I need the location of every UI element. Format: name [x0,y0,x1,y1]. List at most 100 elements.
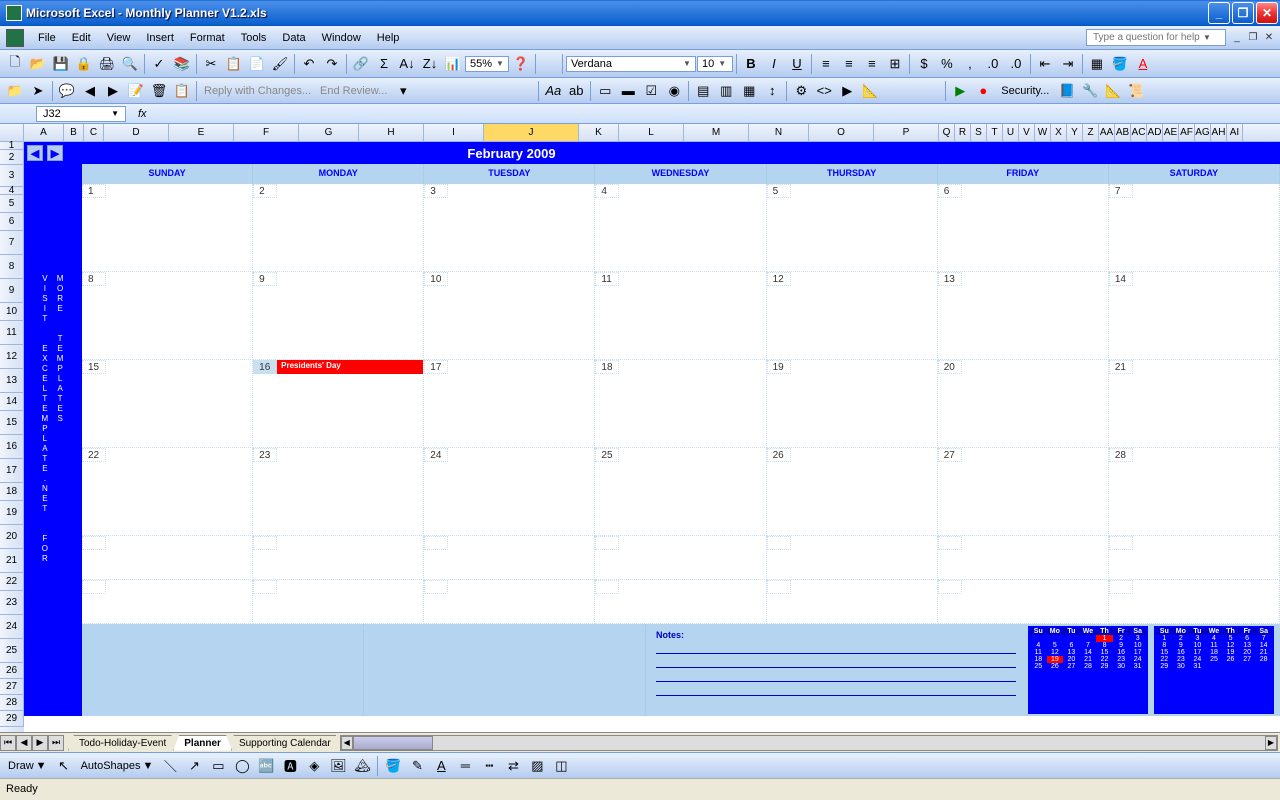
row-header-28[interactable]: 28 [0,695,24,711]
sort-desc-button[interactable]: Z↓ [419,53,441,75]
menu-edit[interactable]: Edit [64,29,99,47]
permission-button[interactable]: 🔒 [73,53,95,75]
calendar-day[interactable]: 3 [424,184,595,272]
col-header-AB[interactable]: AB [1115,124,1131,141]
align-right-button[interactable]: ≡ [861,53,883,75]
arrow-draw-button[interactable]: ↗ [183,755,205,777]
research-button[interactable]: 📚 [171,53,193,75]
listbox-button[interactable]: ▤ [692,80,714,102]
col-header-AF[interactable]: AF [1179,124,1195,141]
increase-indent-button[interactable]: ⇥ [1057,53,1079,75]
notes-line[interactable] [656,682,1016,696]
row-header-11[interactable]: 11 [0,321,24,345]
dash-style-button[interactable]: ┅ [478,755,500,777]
col-header-J[interactable]: J [484,124,579,141]
show-comments-button[interactable]: 💬 [56,80,78,102]
menu-window[interactable]: Window [314,29,369,47]
line-color-button[interactable]: ✎ [406,755,428,777]
textbox-button[interactable]: Aa [542,80,564,102]
textbox-draw-button[interactable]: 🔤 [255,755,277,777]
hyperlink-button[interactable]: 🔗 [350,53,372,75]
menu-help[interactable]: Help [369,29,408,47]
button-button[interactable]: ▬ [617,80,639,102]
print-button[interactable]: 🖨 [96,53,118,75]
open-button[interactable]: 📂 [27,53,49,75]
save-button[interactable]: 💾 [50,53,72,75]
calendar-day[interactable] [253,580,424,624]
percent-button[interactable]: % [936,53,958,75]
col-header-AA[interactable]: AA [1099,124,1115,141]
row-header-2[interactable]: 2 [0,150,24,165]
calendar-day[interactable]: 9 [253,272,424,360]
col-header-M[interactable]: M [684,124,749,141]
row-header-8[interactable]: 8 [0,255,24,279]
menu-format[interactable]: Format [182,29,233,47]
calendar-day[interactable]: 28 [1109,448,1280,536]
design-mode-button[interactable]: 📐 [1102,80,1124,102]
group-box-button[interactable]: ▭ [594,80,616,102]
col-header-I[interactable]: I [424,124,484,141]
col-header-V[interactable]: V [1019,124,1035,141]
col-header-X[interactable]: X [1051,124,1067,141]
sheet-tab-supporting-calendar[interactable]: Supporting Calendar [228,735,342,751]
calendar-day[interactable]: 11 [595,272,766,360]
decrease-decimal-button[interactable]: .0 [1005,53,1027,75]
calendar-day[interactable]: 24 [424,448,595,536]
row-header-16[interactable]: 16 [0,435,24,459]
row-header-13[interactable]: 13 [0,369,24,393]
draw-menu[interactable]: Draw ▼ [4,760,51,772]
calendar-day[interactable]: 4 [595,184,766,272]
bold-button[interactable]: B [740,53,762,75]
decrease-indent-button[interactable]: ⇤ [1034,53,1056,75]
prev-month-button[interactable]: ◀ [27,145,43,161]
scroll-thumb[interactable] [353,736,433,750]
undo-button[interactable]: ↶ [298,53,320,75]
autosum-button[interactable]: Σ [373,53,395,75]
tab-last-button[interactable]: ⏭ [48,735,64,751]
calendar-day[interactable] [938,580,1109,624]
col-header-O[interactable]: O [809,124,874,141]
col-header-H[interactable]: H [359,124,424,141]
worksheet[interactable]: ◀ ▶ February 2009 VISITEXCELTEMPLATE.NET… [24,142,1280,732]
code-button[interactable]: <> [813,80,835,102]
chart-wizard-button[interactable]: 📊 [442,53,464,75]
col-header-T[interactable]: T [987,124,1003,141]
tab-first-button[interactable]: ⏮ [0,735,16,751]
calendar-day[interactable]: 21 [1109,360,1280,448]
new-comment-button[interactable]: 📝 [125,80,147,102]
notes-line[interactable] [656,654,1016,668]
calendar-day[interactable]: 20 [938,360,1109,448]
tab-next-button[interactable]: ▶ [32,735,48,751]
oval-button[interactable]: ◯ [231,755,253,777]
row-header-29[interactable]: 29 [0,711,24,727]
run-macro-button[interactable]: ▶ [949,80,971,102]
scroll-right-button[interactable]: ▶ [1265,736,1277,750]
row-header-24[interactable]: 24 [0,615,24,639]
row-header-14[interactable]: 14 [0,393,24,411]
calendar-day[interactable]: 2 [253,184,424,272]
calendar-day[interactable]: 13 [938,272,1109,360]
col-header-AG[interactable]: AG [1195,124,1211,141]
calendar-day[interactable]: 14 [1109,272,1280,360]
currency-button[interactable]: $ [913,53,935,75]
select-all-corner[interactable] [0,124,24,141]
col-header-W[interactable]: W [1035,124,1051,141]
row-header-3[interactable]: 3 [0,165,24,187]
sheet-tab-planner[interactable]: Planner [173,735,232,751]
calendar-day[interactable] [1109,580,1280,624]
fill-color-draw-button[interactable]: 🪣 [382,755,404,777]
redo-button[interactable]: ↷ [321,53,343,75]
menu-insert[interactable]: Insert [138,29,182,47]
col-header-AD[interactable]: AD [1147,124,1163,141]
row-header-21[interactable]: 21 [0,549,24,573]
calendar-day[interactable]: 18 [595,360,766,448]
row-header-20[interactable]: 20 [0,525,24,549]
col-header-D[interactable]: D [104,124,169,141]
script-editor-button[interactable]: 📜 [1125,80,1147,102]
italic-button[interactable]: I [763,53,785,75]
print-preview-button[interactable]: 🔍 [119,53,141,75]
wordart-button[interactable]: 🅰 [279,755,301,777]
security-button[interactable]: Security... [995,85,1055,97]
col-header-AI[interactable]: AI [1227,124,1243,141]
calendar-day[interactable] [1109,536,1280,580]
